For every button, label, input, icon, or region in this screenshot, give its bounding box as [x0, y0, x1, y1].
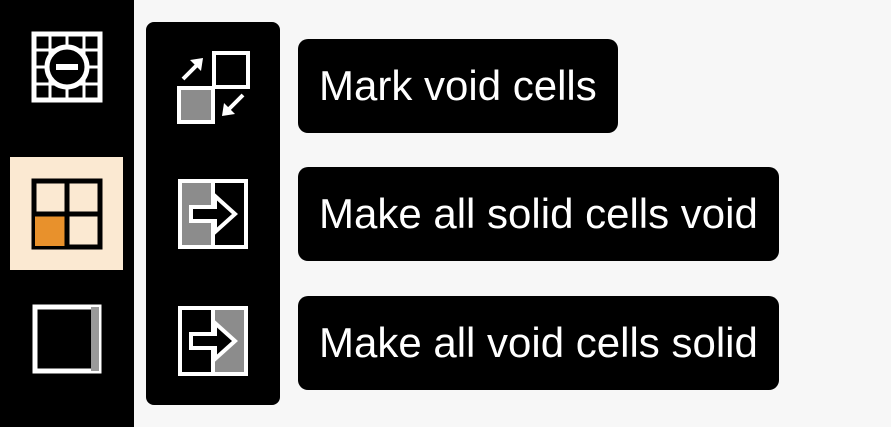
- mark-void-cells-tooltip: Mark void cells: [298, 39, 618, 133]
- make-void-cells-solid-tooltip: Make all void cells solid: [298, 296, 779, 390]
- solid-square-tool-button[interactable]: [10, 282, 123, 395]
- solid-to-void-icon: [178, 179, 248, 249]
- cell-grid-icon: [31, 178, 102, 249]
- void-grid-icon: [31, 31, 102, 102]
- toolbar-sidebar: [0, 0, 134, 427]
- cell-grid-tool-button[interactable]: [10, 157, 123, 270]
- make-solid-cells-void-button[interactable]: [146, 159, 280, 269]
- make-void-cells-solid-button[interactable]: [146, 286, 280, 396]
- void-grid-tool-button[interactable]: [10, 10, 123, 123]
- flyout-panel: [146, 22, 280, 405]
- void-to-solid-icon: [178, 306, 248, 376]
- make-solid-cells-void-tooltip: Make all solid cells void: [298, 167, 779, 261]
- mark-void-cells-button[interactable]: [146, 32, 280, 142]
- solid-square-icon: [32, 304, 101, 373]
- swap-cells-icon: [177, 51, 250, 124]
